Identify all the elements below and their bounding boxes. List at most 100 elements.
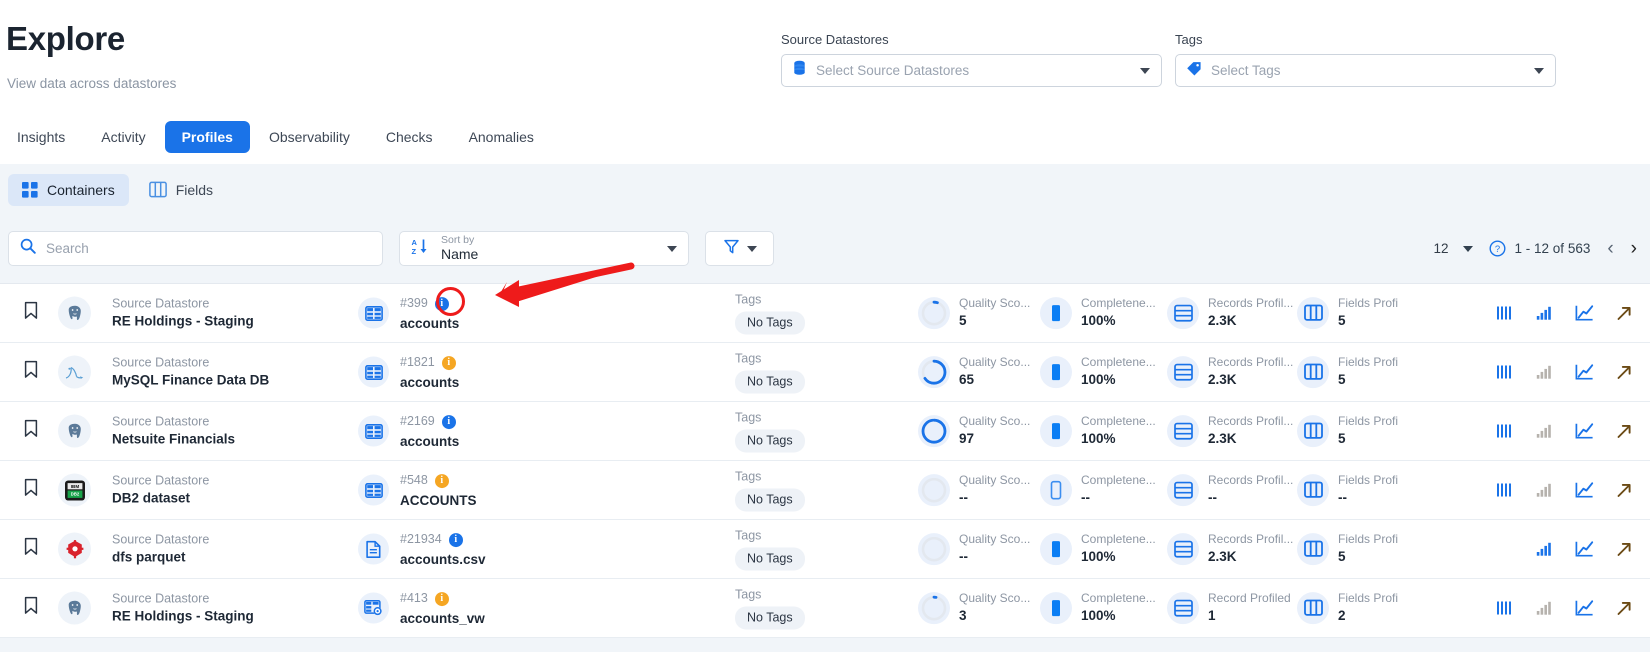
tab-activity[interactable]: Activity <box>84 121 162 153</box>
bookmark-icon[interactable] <box>24 419 38 443</box>
postgresql-icon <box>58 296 91 330</box>
records-value: -- <box>1208 490 1217 506</box>
quality-ring-icon <box>918 355 950 388</box>
datastore-name: MySQL Finance Data DB <box>112 372 270 388</box>
bars-icon[interactable] <box>1494 306 1514 321</box>
chevron-down-icon[interactable] <box>1462 245 1473 252</box>
status-badge: No Tags <box>735 429 805 453</box>
bars-icon[interactable] <box>1494 483 1514 498</box>
table-row[interactable]: Source Datastore Netsuite Financials #2169… <box>0 402 1650 461</box>
sort-by-select[interactable]: A Z Sort by Name <box>399 231 689 266</box>
external-link-icon[interactable] <box>1614 541 1634 557</box>
bookmark-icon[interactable] <box>24 301 38 325</box>
page-subtitle: View data across datastores <box>7 76 177 91</box>
quality-score-metric: Quality Sco... 5 <box>918 296 1030 330</box>
line-chart-icon[interactable] <box>1574 600 1594 617</box>
pagination: 12 ? 1 - 12 of 563 ‹ › <box>1434 231 1638 266</box>
tags-select[interactable]: Select Tags <box>1175 54 1556 87</box>
info-icon[interactable]: i <box>434 473 449 488</box>
bars-icon[interactable] <box>1494 365 1514 380</box>
datastore-name: RE Holdings - Staging <box>112 608 254 624</box>
segment-fields[interactable]: Fields <box>135 173 227 206</box>
bar-chart-icon[interactable] <box>1534 424 1554 439</box>
quality-value: -- <box>959 490 968 506</box>
records-caption: Record Profiled <box>1208 591 1291 606</box>
bar-chart-icon[interactable] <box>1534 365 1554 380</box>
postgresql-icon <box>58 591 91 625</box>
page-size-value[interactable]: 12 <box>1434 241 1449 256</box>
records-icon <box>1167 532 1199 565</box>
bookmark-icon[interactable] <box>24 537 38 561</box>
tab-observability[interactable]: Observability <box>252 121 367 153</box>
tab-insights[interactable]: Insights <box>0 121 82 153</box>
datastore-caption: Source Datastore <box>112 532 210 547</box>
completeness-metric: Completene... 100% <box>1040 414 1156 448</box>
external-link-icon[interactable] <box>1614 305 1634 321</box>
bar-chart-icon[interactable] <box>1534 542 1554 557</box>
prev-page-button[interactable]: ‹ <box>1607 239 1613 258</box>
bookmark-icon[interactable] <box>24 478 38 502</box>
tab-profiles[interactable]: Profiles <box>164 121 250 153</box>
tags-cell: Tags No Tags <box>735 528 805 571</box>
bars-icon[interactable] <box>1494 424 1514 439</box>
tag-icon <box>1186 61 1202 81</box>
records-icon <box>1167 591 1199 624</box>
container-id: #2169 <box>400 414 435 429</box>
tags-caption: Tags <box>735 351 762 366</box>
source-datastores-select[interactable]: Select Source Datastores <box>781 54 1162 87</box>
tab-checks[interactable]: Checks <box>369 121 450 153</box>
info-icon[interactable]: i <box>434 296 449 311</box>
line-chart-icon[interactable] <box>1574 541 1594 558</box>
external-link-icon[interactable] <box>1614 423 1634 439</box>
bar-chart-icon[interactable] <box>1534 306 1554 321</box>
chevron-down-icon[interactable] <box>1140 67 1150 74</box>
line-chart-icon[interactable] <box>1574 364 1594 381</box>
table-row[interactable]: Source Datastore dfs parquet #21934 i accoun… <box>0 520 1650 579</box>
fields-profiled-metric: Fields Profi 5 <box>1297 355 1398 389</box>
bookmark-icon[interactable] <box>24 596 38 620</box>
info-icon[interactable]: i <box>441 355 456 370</box>
table-row[interactable]: IBM DB2 Source Datastore DB2 dataset #548 i AC… <box>0 461 1650 520</box>
records-icon <box>1167 473 1199 506</box>
search-input[interactable] <box>46 241 346 256</box>
status-badge: No Tags <box>735 547 805 571</box>
records-caption: Records Profil... <box>1208 473 1294 488</box>
filter-button[interactable] <box>705 231 774 266</box>
external-link-icon[interactable] <box>1614 364 1634 380</box>
info-icon[interactable]: i <box>448 532 463 547</box>
records-profiled-metric: Records Profil... 2.3K <box>1167 296 1293 330</box>
external-link-icon[interactable] <box>1614 482 1634 498</box>
records-value: 2.3K <box>1208 431 1237 447</box>
datastore-name: RE Holdings - Staging <box>112 313 254 329</box>
quality-score-metric: Quality Sco... 3 <box>918 591 1030 625</box>
tab-anomalies[interactable]: Anomalies <box>452 121 551 153</box>
line-chart-icon[interactable] <box>1574 482 1594 499</box>
line-chart-icon[interactable] <box>1574 423 1594 440</box>
segment-containers[interactable]: Containers <box>8 173 129 206</box>
table-row[interactable]: Source Datastore MySQL Finance Data DB #18… <box>0 343 1650 402</box>
table-icon <box>358 297 389 329</box>
external-link-icon[interactable] <box>1614 600 1634 616</box>
info-icon[interactable]: i <box>434 591 449 606</box>
row-actions <box>1494 482 1634 499</box>
line-chart-icon[interactable] <box>1574 305 1594 322</box>
table-row[interactable]: Source Datastore RE Holdings - Staging #41… <box>0 579 1650 638</box>
help-circle-icon[interactable]: ? <box>1489 240 1506 257</box>
chevron-down-icon[interactable] <box>746 245 757 252</box>
completeness-caption: Completene... <box>1081 355 1156 370</box>
chevron-down-icon[interactable] <box>1534 67 1544 74</box>
completeness-caption: Completene... <box>1081 473 1156 488</box>
chevron-down-icon[interactable] <box>667 245 677 252</box>
next-page-button[interactable]: › <box>1631 239 1637 258</box>
quality-ring-icon <box>918 532 950 565</box>
bars-icon[interactable] <box>1494 601 1514 616</box>
svg-text:Z: Z <box>412 247 417 256</box>
records-value: 2.3K <box>1208 549 1237 565</box>
bar-chart-icon[interactable] <box>1534 483 1554 498</box>
table-row[interactable]: Source Datastore RE Holdings - Staging #39… <box>0 284 1650 343</box>
search-box[interactable] <box>8 231 383 266</box>
info-icon[interactable]: i <box>441 414 456 429</box>
container-name: accounts.csv <box>400 551 486 567</box>
bar-chart-icon[interactable] <box>1534 601 1554 616</box>
bookmark-icon[interactable] <box>24 360 38 384</box>
